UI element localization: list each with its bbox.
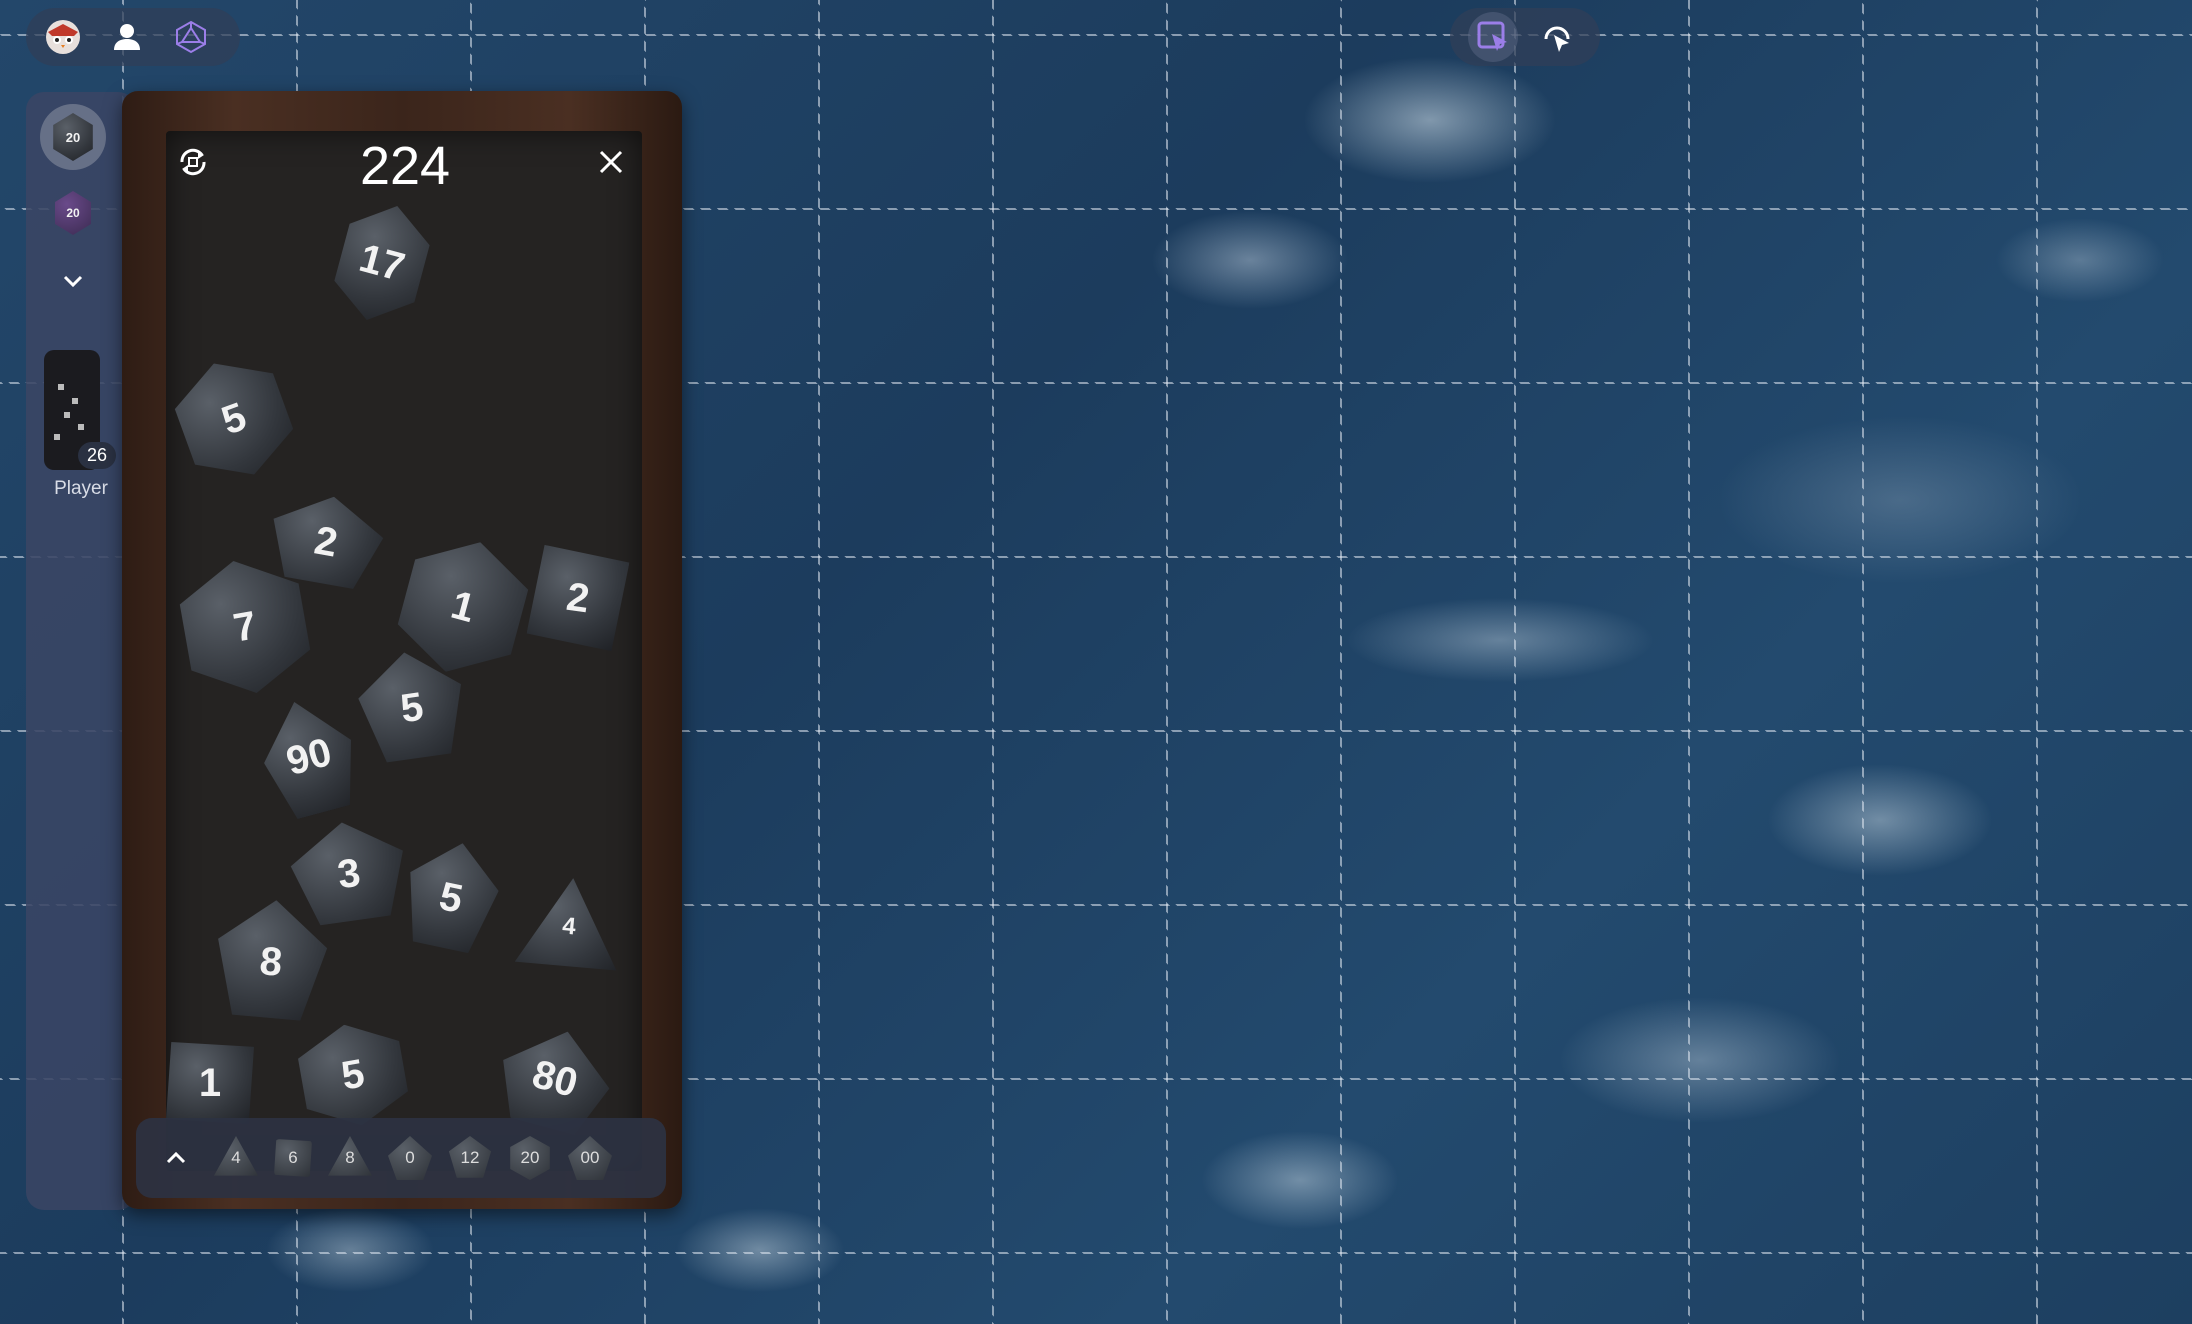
add-d8-button[interactable]: 8 [328,1136,372,1176]
person-icon[interactable] [102,12,152,62]
expand-sets-button[interactable] [40,258,106,304]
d6-die: 1 [166,1042,254,1124]
thumbnail-die [58,384,64,390]
pointer-toolbar [1450,8,1600,66]
d20-icon: 20 [55,191,91,235]
close-tray-button[interactable] [588,139,634,185]
add-d4-button[interactable]: 4 [214,1136,258,1176]
add-d20-button[interactable]: 20 [510,1136,550,1180]
roll-total: 224 [359,136,451,196]
top-toolbar [26,8,240,66]
chevron-up-icon [166,1151,186,1164]
pointer-select-icon[interactable] [1468,12,1518,62]
thumbnail-die [72,398,78,404]
reroll-icon [180,148,206,176]
add-d6-button[interactable]: 6 [274,1139,312,1177]
dice-set-avatar-active[interactable]: 20 [40,104,106,170]
pointer-broadcast-icon[interactable] [1532,12,1582,62]
close-icon [599,150,623,174]
thumbnail-die [78,424,84,430]
player-label: Player [54,478,108,499]
roll-count-badge: 26 [78,442,117,469]
dice-set-avatar[interactable]: 20 [40,180,106,246]
thumbnail-die [54,434,60,440]
add-d10-button[interactable]: 0 [388,1136,432,1180]
player-sidebar: 20 20 26 Player [26,92,136,1210]
reroll-button[interactable] [170,139,216,185]
dice-picker: 4 6 8 0 12 20 00 [136,1118,666,1198]
d20-icon: 20 [53,113,93,161]
add-d100-button[interactable]: 00 [568,1136,612,1180]
collapse-picker-button[interactable] [154,1136,198,1180]
d20-icon[interactable] [166,12,216,62]
owlbear-logo-icon[interactable] [38,12,88,62]
chevron-down-icon [63,275,83,288]
thumbnail-die [64,412,70,418]
add-d12-button[interactable]: 12 [448,1136,492,1178]
